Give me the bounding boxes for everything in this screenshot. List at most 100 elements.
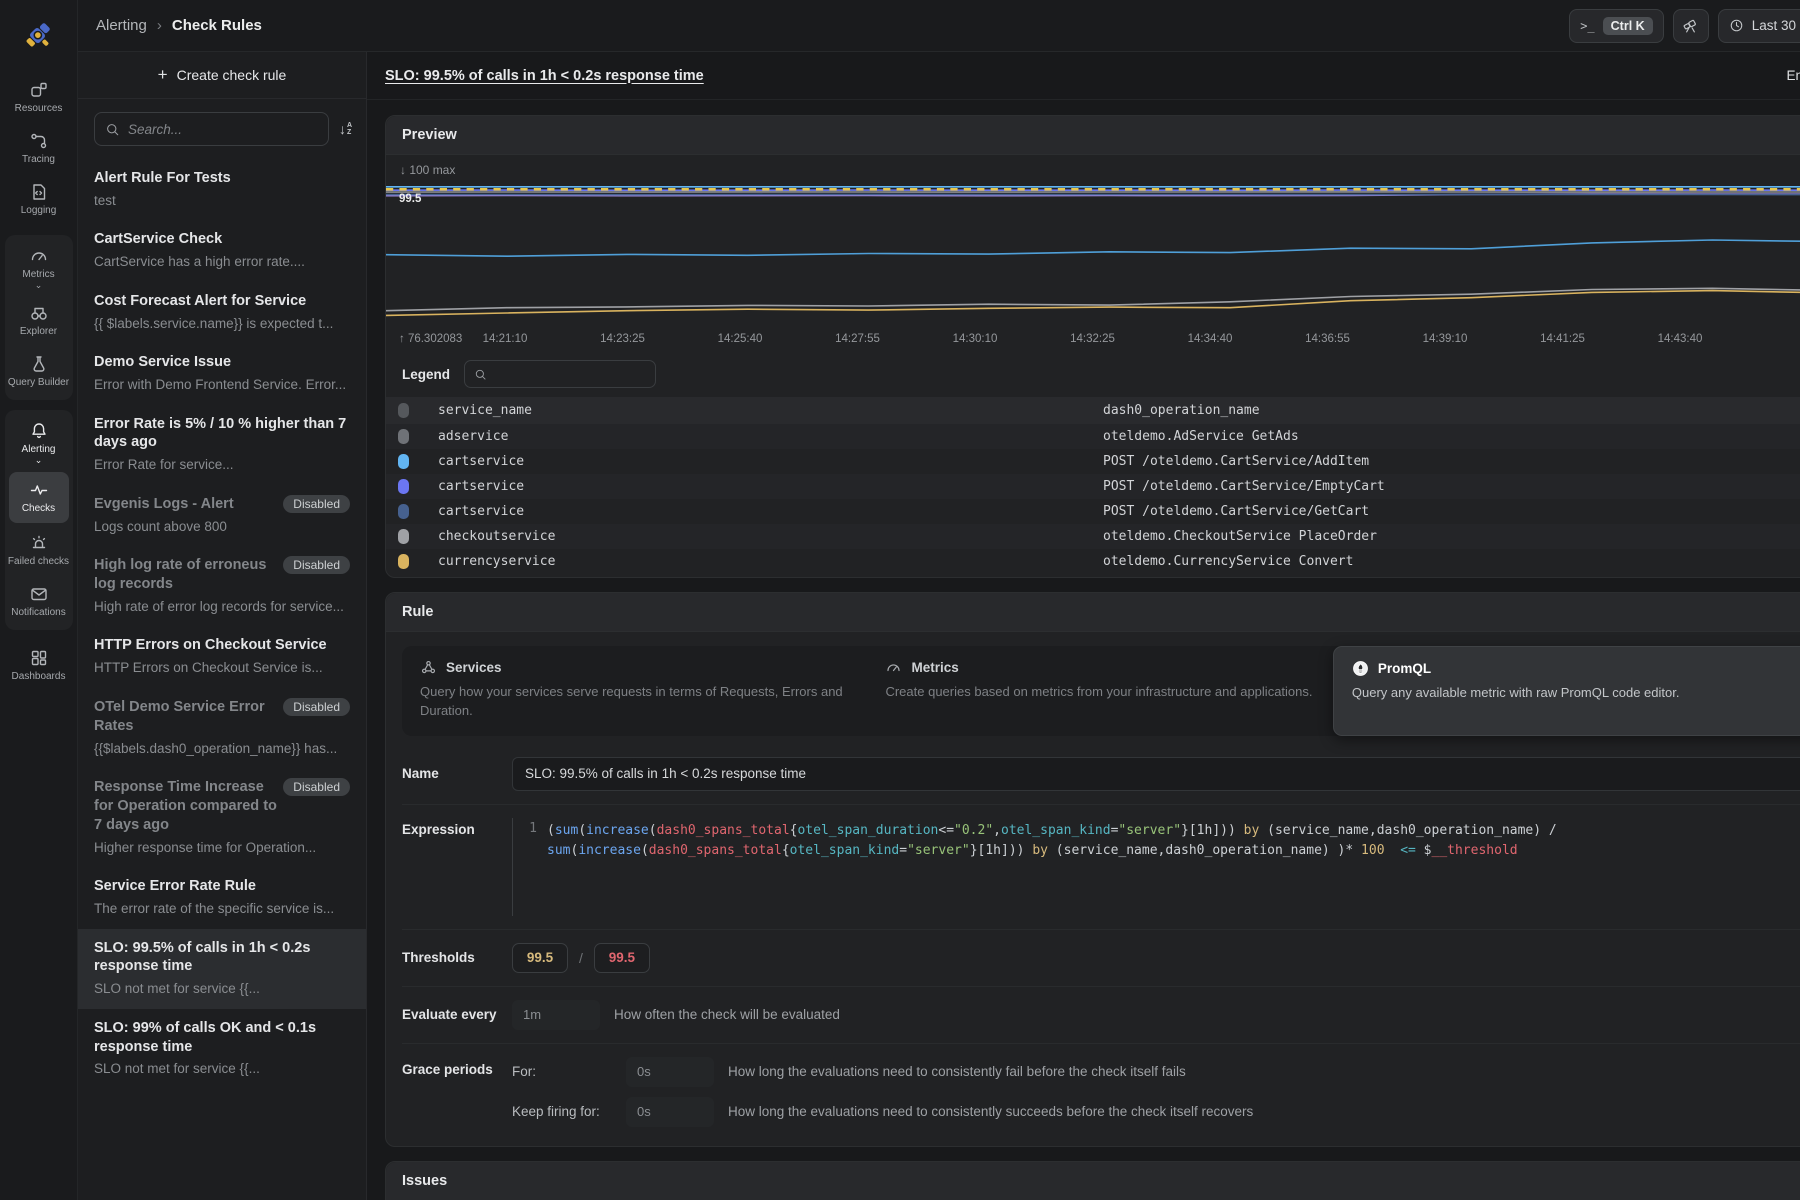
query-type-metrics[interactable]: Metrics Create queries based on metrics … — [867, 646, 1332, 736]
legend-swatch[interactable] — [398, 403, 409, 418]
sidebar-item-failed-checks[interactable]: Failed checks — [4, 525, 74, 576]
legend-row[interactable]: cartservicePOST /oteldemo.CartService/Ad… — [386, 449, 1800, 474]
evaluate-interval-input[interactable] — [512, 1000, 600, 1030]
legend-row[interactable]: adserviceoteldemo.AdService GetAds — [386, 424, 1800, 449]
rule-list-item[interactable]: Response Time Increase for Operation com… — [78, 768, 366, 867]
sidebar-item-explorer[interactable]: Explorer — [4, 295, 74, 346]
preview-chart[interactable]: 99.5 — [386, 180, 1800, 330]
name-row: Name — [402, 744, 1800, 804]
legend-swatch[interactable] — [398, 529, 409, 544]
legend-swatch[interactable] — [398, 504, 409, 519]
sidebar-item-checks[interactable]: Checks — [9, 472, 69, 523]
degraded-threshold-input[interactable]: 99.5 — [512, 943, 568, 973]
critical-threshold-input[interactable]: 99.5 — [594, 943, 650, 973]
rule-list-item[interactable]: SLO: 99.5% of calls in 1h < 0.2s respons… — [78, 929, 366, 1009]
query-type-services[interactable]: Services Query how your services serve r… — [402, 646, 867, 736]
rule-item-title: Response Time Increase for Operation com… — [94, 778, 283, 835]
sidebar-item-label: Explorer — [20, 326, 57, 338]
preview-chart-canvas[interactable] — [386, 180, 1800, 330]
topbar-actions: >_ Ctrl K Last 30 — [1569, 0, 1800, 51]
metrics-gauge-icon — [29, 246, 49, 266]
sidebar-item-notifications[interactable]: Notifications — [4, 576, 74, 627]
legend-bar: Legend — [386, 350, 1800, 397]
enabled-toggle-label[interactable]: Enabled — [1786, 68, 1800, 83]
legend-search-input[interactable] — [494, 367, 646, 381]
rules-search-box[interactable] — [94, 112, 329, 146]
disabled-badge: Disabled — [283, 698, 350, 716]
rule-list-item[interactable]: Evgenis Logs - AlertDisabledLogs count a… — [78, 485, 366, 546]
rule-list-item[interactable]: Alert Rule For Teststest — [78, 159, 366, 220]
rule-list-item[interactable]: HTTP Errors on Checkout ServiceHTTP Erro… — [78, 626, 366, 687]
chevron-down-icon: ⌄ — [35, 458, 43, 462]
x-axis-tick: 14:43:40 — [1658, 333, 1703, 345]
legend-search-icon — [474, 368, 487, 381]
sidebar-item-dashboards[interactable]: Dashboards — [4, 640, 74, 691]
rule-list-item[interactable]: Service Error Rate RuleThe error rate of… — [78, 867, 366, 928]
rule-card: Rule Services — [385, 592, 1800, 1147]
rule-list-item[interactable]: SLO: 99% of calls OK and < 0.1s response… — [78, 1009, 366, 1089]
legend-col-service: service_name — [438, 403, 1103, 418]
chart-series-line — [386, 240, 1800, 256]
rules-list: Alert Rule For TeststestCartService Chec… — [78, 157, 366, 1200]
rule-list-item[interactable]: OTel Demo Service Error RatesDisabled{{$… — [78, 688, 366, 768]
legend-service-name: cartservice — [438, 479, 1103, 494]
breadcrumb-page: Check Rules — [172, 17, 262, 34]
sidebar-item-resources[interactable]: Resources — [4, 72, 74, 123]
legend-label: Legend — [402, 367, 450, 382]
app-logo[interactable] — [17, 12, 61, 56]
query-type-name: Services — [446, 660, 502, 675]
legend-swatch[interactable] — [398, 554, 409, 569]
page-title[interactable]: SLO: 99.5% of calls in 1h < 0.2s respons… — [385, 68, 704, 84]
legend-swatch[interactable] — [398, 454, 409, 469]
rule-item-description: Higher response time for Operation... — [94, 839, 350, 857]
rules-search-input[interactable] — [128, 122, 318, 137]
x-axis: ↑ 76.302083 14:21:1014:23:2514:25:4014:2… — [386, 330, 1800, 350]
evaluate-row: Evaluate every How often the check will … — [402, 986, 1800, 1043]
sidebar-item-tracing[interactable]: Tracing — [4, 123, 74, 174]
rule-item-description: {{ $labels.service.name}} is expected t.… — [94, 315, 350, 333]
legend-operation-name: POST /oteldemo.CartService/GetCart — [1103, 504, 1800, 519]
rule-item-description: High rate of error log records for servi… — [94, 598, 350, 616]
sidebar-item-query-builder[interactable]: Query Builder — [4, 346, 74, 397]
sidebar-item-logging[interactable]: Logging — [4, 174, 74, 225]
rule-list-item[interactable]: High log rate of erroneus log recordsDis… — [78, 546, 366, 626]
rule-name-input[interactable] — [512, 757, 1800, 791]
legend-row[interactable]: currencyserviceoteldemo.CurrencyService … — [386, 549, 1800, 574]
legend-row[interactable]: cartservicePOST /oteldemo.CartService/Ge… — [386, 499, 1800, 524]
rule-item-title: Evgenis Logs - Alert — [94, 495, 234, 514]
legend-table: service_name dash0_operation_name adserv… — [386, 397, 1800, 574]
breadcrumb-section[interactable]: Alerting — [96, 17, 147, 34]
detail-content: Preview ↓ 100 max 99.5 ↑ 76.302083 14:21… — [367, 100, 1800, 1200]
plus-icon: + — [158, 65, 168, 85]
time-range-button[interactable]: Last 30 minutes — [1718, 9, 1800, 43]
create-check-rule-button[interactable]: + Create check rule — [78, 52, 366, 99]
command-palette-button[interactable]: >_ Ctrl K — [1569, 9, 1663, 43]
rule-list-item[interactable]: Cost Forecast Alert for Service{{ $label… — [78, 282, 366, 343]
query-type-promql[interactable]: PromQL Query any available metric with r… — [1333, 646, 1800, 736]
threshold-separator: / — [579, 950, 583, 966]
rule-item-title: SLO: 99.5% of calls in 1h < 0.2s respons… — [94, 939, 350, 977]
preview-header: Preview — [386, 116, 1800, 155]
legend-search-box[interactable] — [464, 360, 656, 388]
grace-for-help: How long the evaluations need to consist… — [728, 1064, 1186, 1079]
onboarding-telescope-button[interactable] — [1673, 9, 1709, 43]
sidebar-item-alerting[interactable]: Alerting ⌄ — [4, 413, 74, 470]
rule-list-item[interactable]: CartService CheckCartService has a high … — [78, 220, 366, 281]
legend-row[interactable]: cartservicePOST /oteldemo.CartService/Em… — [386, 474, 1800, 499]
sidebar-group-metrics: Metrics ⌄ Explorer Query Builder — [5, 235, 73, 400]
rule-list-item[interactable]: Demo Service IssueError with Demo Fronte… — [78, 343, 366, 404]
sidebar-item-metrics[interactable]: Metrics ⌄ — [4, 238, 74, 295]
sort-button[interactable]: ↓ AZ — [339, 121, 352, 137]
legend-swatch[interactable] — [398, 429, 409, 444]
services-icon — [420, 659, 437, 676]
grace-for-input[interactable] — [626, 1057, 714, 1087]
expression-code[interactable]: (sum(increase(dash0_spans_total{otel_spa… — [547, 818, 1557, 916]
x-axis-tick: 14:39:10 — [1423, 333, 1468, 345]
grace-keep-firing-input[interactable] — [626, 1097, 714, 1127]
x-axis-tick: 14:36:55 — [1305, 333, 1350, 345]
legend-row[interactable]: checkoutserviceoteldemo.CheckoutService … — [386, 524, 1800, 549]
rule-item-title: SLO: 99% of calls OK and < 0.1s response… — [94, 1019, 350, 1057]
legend-swatch[interactable] — [398, 479, 409, 494]
rule-list-item[interactable]: Error Rate is 5% / 10 % higher than 7 da… — [78, 405, 366, 485]
expression-editor[interactable]: 1 (sum(increase(dash0_spans_total{otel_s… — [512, 818, 1800, 916]
